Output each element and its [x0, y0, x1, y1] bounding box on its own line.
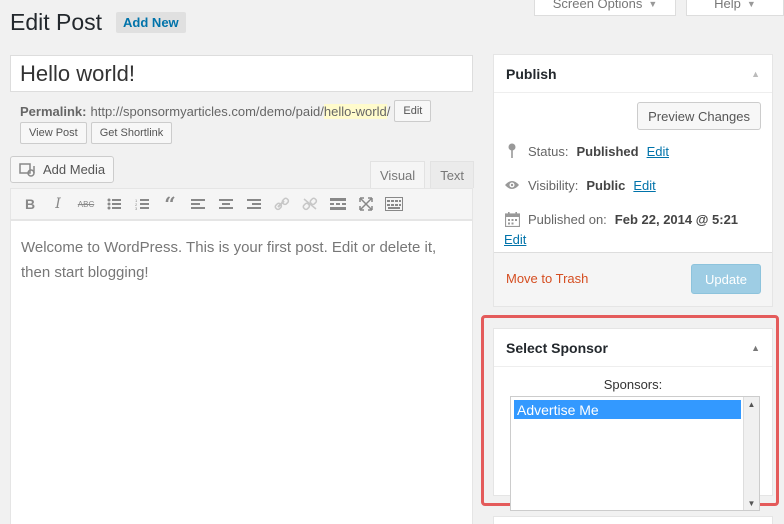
bullet-list-icon[interactable] — [101, 191, 127, 217]
preview-changes-button[interactable]: Preview Changes — [637, 102, 761, 130]
listbox-scrollbar[interactable]: ▲ ▼ — [743, 397, 759, 510]
sponsor-option[interactable]: Advertise Me — [514, 400, 741, 419]
post-content-editor[interactable]: Welcome to WordPress. This is your first… — [10, 220, 473, 524]
permalink-slug: hello-world — [323, 103, 387, 119]
publish-box: Publish ▲ Preview Changes Status: Publis… — [493, 54, 773, 307]
sponsors-label: Sponsors: — [603, 377, 663, 392]
numbered-list-icon[interactable]: 123 — [129, 191, 155, 217]
status-label: Status: — [528, 143, 569, 159]
link-icon[interactable] — [269, 191, 295, 217]
fullscreen-icon[interactable] — [353, 191, 379, 217]
screen-options-label: Screen Options — [552, 0, 643, 11]
add-new-button[interactable]: Add New — [116, 12, 186, 33]
update-button[interactable]: Update — [691, 264, 761, 294]
permalink-row: Permalink: http://sponsormyarticles.com/… — [20, 100, 432, 122]
add-media-label: Add Media — [43, 162, 106, 177]
sponsors-select[interactable]: Advertise Me ▲ ▼ — [510, 396, 760, 511]
publish-actions: Move to Trash Update — [494, 252, 772, 306]
tab-text[interactable]: Text — [430, 161, 475, 188]
permalink-label: Permalink: — [20, 103, 87, 119]
eye-icon — [504, 177, 520, 193]
screen-options-button[interactable]: Screen Options ▼ — [534, 0, 676, 16]
bold-icon[interactable]: B — [17, 191, 43, 217]
help-button[interactable]: Help ▼ — [686, 0, 784, 16]
page-header: Edit Post Add New — [10, 9, 186, 36]
published-value: Feb 22, 2014 @ 5:21 — [614, 211, 739, 227]
read-more-icon[interactable] — [325, 191, 351, 217]
calendar-icon — [504, 211, 520, 227]
status-value: Published — [576, 143, 639, 159]
edit-visibility-link[interactable]: Edit — [633, 178, 655, 193]
select-sponsor-header[interactable]: Select Sponsor ▲ — [494, 329, 772, 367]
caret-down-icon: ▼ — [746, 0, 756, 9]
screen-meta-links: Screen Options ▼ Help ▼ — [534, 0, 784, 16]
editor-tabs: Visual Text — [370, 161, 475, 188]
blockquote-icon[interactable]: “ — [157, 191, 183, 217]
toolbar-toggle-icon[interactable] — [381, 191, 407, 217]
move-to-trash-link[interactable]: Move to Trash — [506, 271, 588, 286]
scroll-down-icon[interactable]: ▼ — [744, 496, 759, 510]
edit-permalink-button[interactable]: Edit — [394, 100, 432, 122]
editor-toolbar: B I ABC 123 “ — [10, 188, 473, 220]
publish-title: Publish — [506, 65, 557, 82]
view-post-button[interactable]: View Post — [20, 122, 87, 144]
toggle-arrow-icon[interactable]: ▲ — [751, 343, 760, 353]
unlink-icon[interactable] — [297, 191, 323, 217]
tab-visual[interactable]: Visual — [370, 161, 426, 188]
get-shortlink-button[interactable]: Get Shortlink — [90, 122, 173, 144]
caret-down-icon: ▼ — [648, 0, 658, 9]
permalink-trail: / — [386, 103, 391, 119]
permalink-base: http://sponsormyarticles.com/demo/paid/ — [90, 103, 324, 119]
strikethrough-icon[interactable]: ABC — [73, 191, 99, 217]
published-on-row: Published on: Feb 22, 2014 @ 5:21 — [504, 211, 738, 227]
select-sponsor-title: Select Sponsor — [506, 339, 608, 356]
add-media-button[interactable]: Add Media — [10, 156, 115, 183]
pin-icon — [504, 143, 520, 159]
media-icon — [19, 162, 37, 178]
visibility-row: Visibility: Public Edit — [504, 177, 656, 193]
toggle-arrow-icon[interactable]: ▲ — [751, 69, 760, 79]
align-left-icon[interactable] — [185, 191, 211, 217]
align-center-icon[interactable] — [213, 191, 239, 217]
next-meta-box — [493, 516, 773, 524]
align-right-icon[interactable] — [241, 191, 267, 217]
edit-date-link[interactable]: Edit — [504, 232, 526, 247]
edit-status-link[interactable]: Edit — [647, 144, 669, 159]
page-title: Edit Post — [10, 9, 103, 35]
publish-header[interactable]: Publish ▲ — [494, 55, 772, 93]
post-title-input[interactable]: Hello world! — [10, 55, 473, 92]
status-row: Status: Published Edit — [504, 143, 669, 159]
permalink-link[interactable]: http://sponsormyarticles.com/demo/paid/h… — [90, 103, 391, 119]
published-label: Published on: — [528, 211, 607, 227]
help-label: Help — [714, 0, 741, 11]
italic-icon[interactable]: I — [45, 191, 71, 217]
visibility-label: Visibility: — [528, 177, 579, 193]
svg-text:3: 3 — [135, 206, 138, 210]
select-sponsor-box: Select Sponsor ▲ Sponsors: Advertise Me … — [493, 328, 773, 511]
permalink-buttons: View Post Get Shortlink — [20, 122, 173, 144]
scroll-up-icon[interactable]: ▲ — [744, 397, 759, 411]
visibility-value: Public — [586, 177, 626, 193]
